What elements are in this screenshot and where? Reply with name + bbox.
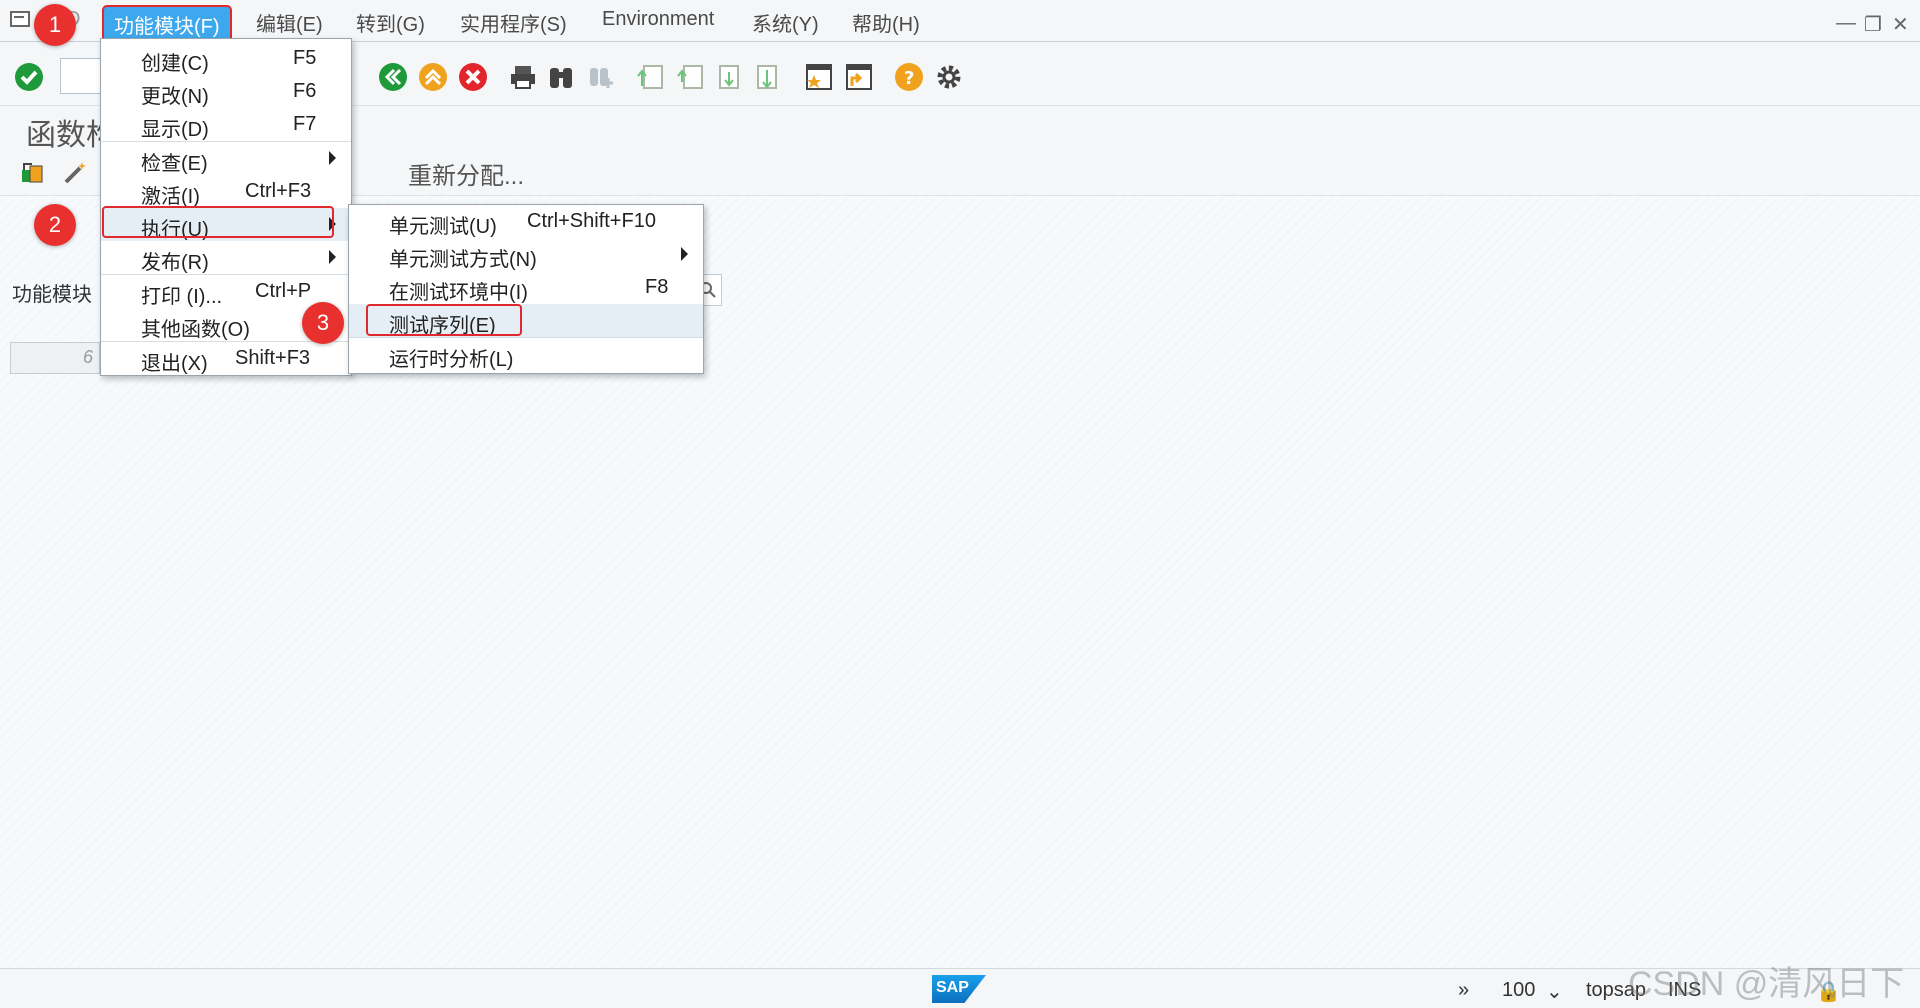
menu-item-display[interactable]: 显示(D) F7: [101, 108, 351, 141]
system-menu-icon[interactable]: [10, 10, 32, 28]
menu-item-change[interactable]: 更改(N) F6: [101, 75, 351, 108]
minimize-icon[interactable]: —: [1836, 12, 1856, 35]
exit-icon[interactable]: [418, 62, 448, 92]
cancel-icon[interactable]: [458, 62, 488, 92]
submenu-arrow-icon: [681, 247, 688, 261]
submenu-item-unit-test[interactable]: 单元测试(U) Ctrl+Shift+F10: [349, 205, 703, 238]
chevron-down-icon[interactable]: ⌄: [1546, 979, 1563, 1004]
test-sequence-highlight-outline: [366, 304, 522, 336]
menu-environment[interactable]: Environment: [602, 8, 714, 31]
previous-page-icon[interactable]: [676, 62, 706, 92]
execute-highlight-outline: [102, 206, 334, 238]
next-page-icon[interactable]: [716, 62, 746, 92]
close-icon[interactable]: ✕: [1892, 12, 1909, 37]
execute-submenu: 单元测试(U) Ctrl+Shift+F10 单元测试方式(N) 在测试环境中(…: [348, 204, 704, 374]
step-badge-2: 2: [34, 204, 76, 246]
other-object-icon[interactable]: [18, 158, 46, 186]
submenu-item-test-environment[interactable]: 在测试环境中(I) F8: [349, 271, 703, 304]
menu-edit[interactable]: 编辑(E): [256, 8, 323, 37]
first-page-icon[interactable]: [636, 62, 666, 92]
submenu-arrow-icon: [329, 151, 336, 165]
expand-status-icon[interactable]: »: [1458, 979, 1469, 1002]
row-value-field[interactable]: 6: [10, 342, 100, 374]
print-icon[interactable]: [508, 62, 538, 92]
magic-wand-icon[interactable]: [62, 158, 90, 186]
enter-checkmark-icon[interactable]: [14, 62, 44, 92]
step-badge-3: 3: [302, 302, 344, 344]
watermark: CSDN @清风日下: [1628, 965, 1905, 1003]
command-field[interactable]: [60, 58, 104, 94]
find-next-icon[interactable]: [586, 62, 616, 92]
function-module-label: 功能模块: [12, 284, 92, 306]
menu-item-exit[interactable]: 退出(X) Shift+F3: [101, 342, 351, 375]
generate-shortcut-icon[interactable]: [844, 62, 874, 92]
last-page-icon[interactable]: [754, 62, 784, 92]
menu-item-check[interactable]: 检查(E): [101, 142, 351, 175]
find-binoculars-icon[interactable]: [546, 62, 576, 92]
help-icon[interactable]: ?: [894, 62, 924, 92]
menu-item-release[interactable]: 发布(R): [101, 241, 351, 274]
menu-system[interactable]: 系统(Y): [752, 8, 819, 37]
menu-help[interactable]: 帮助(H): [852, 8, 920, 37]
create-session-icon[interactable]: [804, 62, 834, 92]
submenu-arrow-icon: [329, 250, 336, 264]
submenu-item-unit-test-mode[interactable]: 单元测试方式(N): [349, 238, 703, 271]
menu-item-activate[interactable]: 激活(I) Ctrl+F3: [101, 175, 351, 208]
restore-icon[interactable]: ❐: [1864, 12, 1882, 37]
menu-goto[interactable]: 转到(G): [356, 8, 425, 37]
menu-bar: D 功能模块(F) 编辑(E) 转到(G) 实用程序(S) Environmen…: [0, 0, 1920, 44]
submenu-item-runtime-analysis[interactable]: 运行时分析(L): [349, 338, 703, 371]
menu-item-create[interactable]: 创建(C) F5: [101, 42, 351, 75]
menu-utilities[interactable]: 实用程序(S): [460, 8, 567, 37]
settings-gear-icon[interactable]: [934, 62, 964, 92]
svg-text:?: ?: [904, 68, 914, 89]
sap-logo: SAP: [932, 975, 986, 1003]
back-icon[interactable]: [378, 62, 408, 92]
reassign-button[interactable]: 重新分配...: [408, 156, 524, 191]
zoom-level[interactable]: 100: [1502, 979, 1535, 1002]
step-badge-1: 1: [34, 4, 76, 46]
